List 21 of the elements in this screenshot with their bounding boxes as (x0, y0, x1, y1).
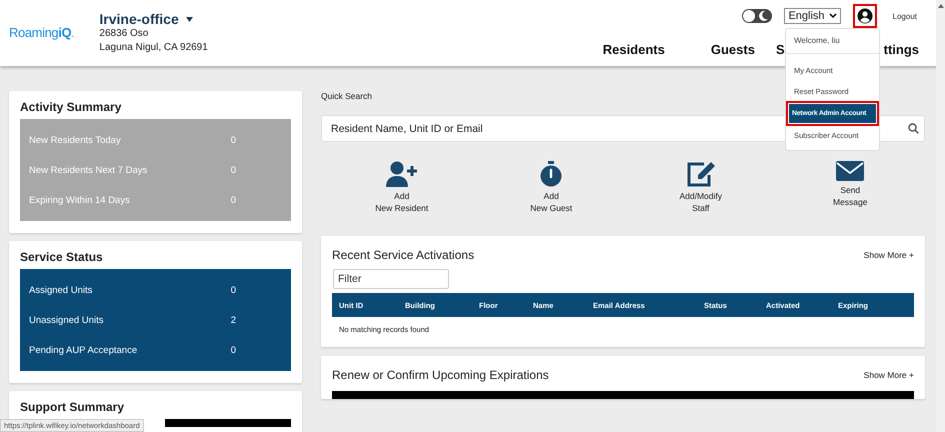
card-title: Service Status (20, 250, 104, 264)
stat-value: 0 (230, 344, 236, 356)
stat-label: New Residents Today (29, 134, 121, 146)
stat-value: 0 (230, 284, 236, 296)
stat-value: 0 (230, 194, 236, 206)
stat-value: 2 (230, 314, 236, 326)
stat-value: 0 (230, 134, 236, 146)
card-title: Renew or Confirm Upcoming Expirations (332, 368, 549, 382)
card-title: Support Summary (20, 400, 126, 414)
welcome-text: Welcome, liu (793, 35, 841, 47)
card-title: Recent Service Activations (332, 248, 474, 262)
card-title: Activity Summary (20, 100, 122, 114)
stat-label: New Residents Next 7 Days (29, 164, 148, 176)
stat-label: Expiring Within 14 Days (29, 194, 130, 206)
quick-search-label: Quick Search (321, 91, 372, 101)
stat-label: Unassigned Units (29, 314, 104, 326)
stat-label: Assigned Units (29, 284, 92, 296)
stat-label: Pending AUP Acceptance (29, 344, 138, 356)
address-line: 26836 Oso (99, 27, 148, 41)
stat-value: 0 (230, 164, 236, 176)
address-line: Laguna Nigul, CA 92691 (99, 41, 208, 55)
